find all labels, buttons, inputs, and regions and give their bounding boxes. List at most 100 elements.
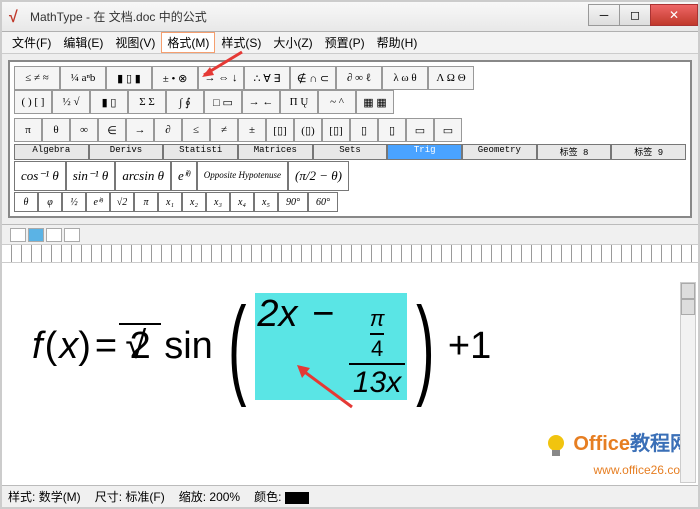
maximize-button[interactable]: ◻ — [619, 4, 651, 26]
inner-num: π — [370, 306, 385, 332]
tab-label9[interactable]: 标签 9 — [611, 144, 686, 160]
mini-eit[interactable]: eⁱᶿ — [86, 192, 110, 212]
menu-help[interactable]: 帮助(H) — [371, 32, 424, 53]
formula-x: x — [59, 325, 78, 368]
pal-operators[interactable]: ± • ⊗ — [152, 66, 198, 90]
mini-90[interactable]: 90° — [278, 192, 308, 212]
menu-preset[interactable]: 预置(P) — [319, 32, 371, 53]
pal-misc[interactable]: ∂ ∞ ℓ — [336, 66, 382, 90]
menu-bar: 文件(F) 编辑(E) 视图(V) 格式(M) 样式(S) 大小(Z) 预置(P… — [2, 32, 698, 54]
inner-fraction: π 4 — [370, 306, 385, 362]
pal-accent[interactable]: ~ ^ — [318, 90, 356, 114]
sym-theta[interactable]: θ — [42, 118, 70, 142]
status-size: 尺寸: 标准(F) — [95, 488, 165, 505]
sym-infty[interactable]: ∞ — [70, 118, 98, 142]
watermark: Office教程网 www.office26.com — [542, 427, 690, 477]
mini-x2[interactable]: x₂ — [182, 192, 206, 212]
mini-x3[interactable]: x₃ — [206, 192, 230, 212]
pal-sum[interactable]: Σ Σ — [128, 90, 166, 114]
vertical-scrollbar[interactable] — [680, 282, 696, 483]
mini-half[interactable]: ½ — [62, 192, 86, 212]
sym-t7[interactable]: ▭ — [434, 118, 462, 142]
mini-x5[interactable]: x₅ — [254, 192, 278, 212]
mini-x1[interactable]: x₁ — [158, 192, 182, 212]
tab-statistics[interactable]: Statisti — [163, 144, 238, 160]
pal-frac-root[interactable]: ½ √ — [52, 90, 90, 114]
sb-btn-2[interactable] — [28, 228, 44, 242]
pal-bar[interactable]: □ ▭ — [204, 90, 242, 114]
pal-arrows[interactable]: → ⇔ ↓ — [198, 66, 244, 90]
tab-matrices[interactable]: Matrices — [238, 144, 313, 160]
tab-trig[interactable]: Trig — [387, 144, 462, 160]
mini-theta[interactable]: θ — [14, 192, 38, 212]
expr-eitheta[interactable]: eⁱᶿ — [171, 161, 197, 191]
expr-acos[interactable]: cos⁻¹ θ — [14, 161, 66, 191]
menu-view[interactable]: 视图(V) — [109, 32, 161, 53]
app-icon: √ — [8, 9, 24, 25]
menu-style[interactable]: 样式(S) — [215, 32, 267, 53]
pal-int[interactable]: ∫ ∮ — [166, 90, 204, 114]
pal-prod[interactable]: Π Ų — [280, 90, 318, 114]
expr-asin[interactable]: sin⁻¹ θ — [66, 161, 116, 191]
formula-minus: − — [312, 293, 334, 335]
tab-geometry[interactable]: Geometry — [462, 144, 537, 160]
pal-arrow2[interactable]: → ← — [242, 90, 280, 114]
sym-partial[interactable]: ∂ — [154, 118, 182, 142]
palette-row-1: ≤ ≠ ≈ ¼ aⁿb ▮ ▯ ▮ ± • ⊗ → ⇔ ↓ ∴ ∀ ∃ ∉ ∩ … — [14, 66, 686, 90]
ruler[interactable] — [2, 245, 698, 263]
menu-format[interactable]: 格式(M) — [161, 32, 215, 53]
menu-edit[interactable]: 编辑(E) — [57, 32, 109, 53]
sym-t2[interactable]: (▯) — [294, 118, 322, 142]
expr-pi2theta[interactable]: (π/2 − θ) — [288, 161, 349, 191]
pal-subsup[interactable]: ▮ ▯ — [90, 90, 128, 114]
pal-relational[interactable]: ≤ ≠ ≈ — [14, 66, 60, 90]
color-swatch[interactable] — [285, 492, 309, 504]
minimize-button[interactable]: ─ — [588, 4, 620, 26]
sb-btn-3[interactable] — [46, 228, 62, 242]
pal-script[interactable]: ¼ aⁿb — [60, 66, 106, 90]
palette-row-3: π θ ∞ ∈ → ∂ ≤ ≠ ± [▯] (▯) [▯] ▯ ▯ ▭ ▭ — [14, 118, 686, 142]
sym-pm[interactable]: ± — [238, 118, 266, 142]
formula: f ( x ) = 2 √ sin ( 2x − π 4 13x — [32, 293, 491, 400]
sym-t3[interactable]: [▯] — [322, 118, 350, 142]
mini-pi[interactable]: π — [134, 192, 158, 212]
sb-btn-1[interactable] — [10, 228, 26, 242]
window-title: MathType - 在 文档.doc 中的公式 — [30, 8, 589, 25]
pal-greek-upper[interactable]: Λ Ω Θ — [428, 66, 474, 90]
sb-btn-4[interactable] — [64, 228, 80, 242]
mini-row: θ φ ½ eⁱᶿ √2 π x₁ x₂ x₃ x₄ x₅ 90° 60° — [14, 192, 686, 212]
mini-x4[interactable]: x₄ — [230, 192, 254, 212]
tab-algebra[interactable]: Algebra — [14, 144, 89, 160]
expr-opp-hyp[interactable]: Opposite Hypotenuse — [197, 161, 288, 191]
sym-in[interactable]: ∈ — [98, 118, 126, 142]
mini-phi[interactable]: φ — [38, 192, 62, 212]
sym-le[interactable]: ≤ — [182, 118, 210, 142]
sym-pi[interactable]: π — [14, 118, 42, 142]
formula-close-paren: ) — [78, 325, 91, 368]
close-button[interactable]: ✕ — [650, 4, 698, 26]
pal-set[interactable]: ∉ ∩ ⊂ — [290, 66, 336, 90]
pal-logic[interactable]: ∴ ∀ ∃ — [244, 66, 290, 90]
tab-derivs[interactable]: Derivs — [89, 144, 164, 160]
tab-sets[interactable]: Sets — [313, 144, 388, 160]
pal-matrix[interactable]: ▦ ▦ — [356, 90, 394, 114]
menu-size[interactable]: 大小(Z) — [267, 32, 318, 53]
highlighted-fraction[interactable]: 2x − π 4 13x — [255, 293, 407, 400]
pal-spaces[interactable]: ▮ ▯ ▮ — [106, 66, 152, 90]
pal-fence[interactable]: ( ) [ ] — [14, 90, 52, 114]
expr-arcsin[interactable]: arcsin θ — [115, 161, 171, 191]
symbol-palette: ≤ ≠ ≈ ¼ aⁿb ▮ ▯ ▮ ± • ⊗ → ⇔ ↓ ∴ ∀ ∃ ∉ ∩ … — [8, 60, 692, 218]
big-close-paren: ) — [416, 300, 434, 394]
sym-ne[interactable]: ≠ — [210, 118, 238, 142]
sym-t1[interactable]: [▯] — [266, 118, 294, 142]
tab-label8[interactable]: 标签 8 — [537, 144, 612, 160]
menu-file[interactable]: 文件(F) — [6, 32, 57, 53]
pal-greek-lower[interactable]: λ ω θ — [382, 66, 428, 90]
sym-t5[interactable]: ▯ — [378, 118, 406, 142]
mini-sqrt2[interactable]: √2 — [110, 192, 134, 212]
mini-60[interactable]: 60° — [308, 192, 338, 212]
big-open-paren: ( — [228, 300, 246, 394]
sym-t6[interactable]: ▭ — [406, 118, 434, 142]
sym-t4[interactable]: ▯ — [350, 118, 378, 142]
sym-to[interactable]: → — [126, 118, 154, 142]
